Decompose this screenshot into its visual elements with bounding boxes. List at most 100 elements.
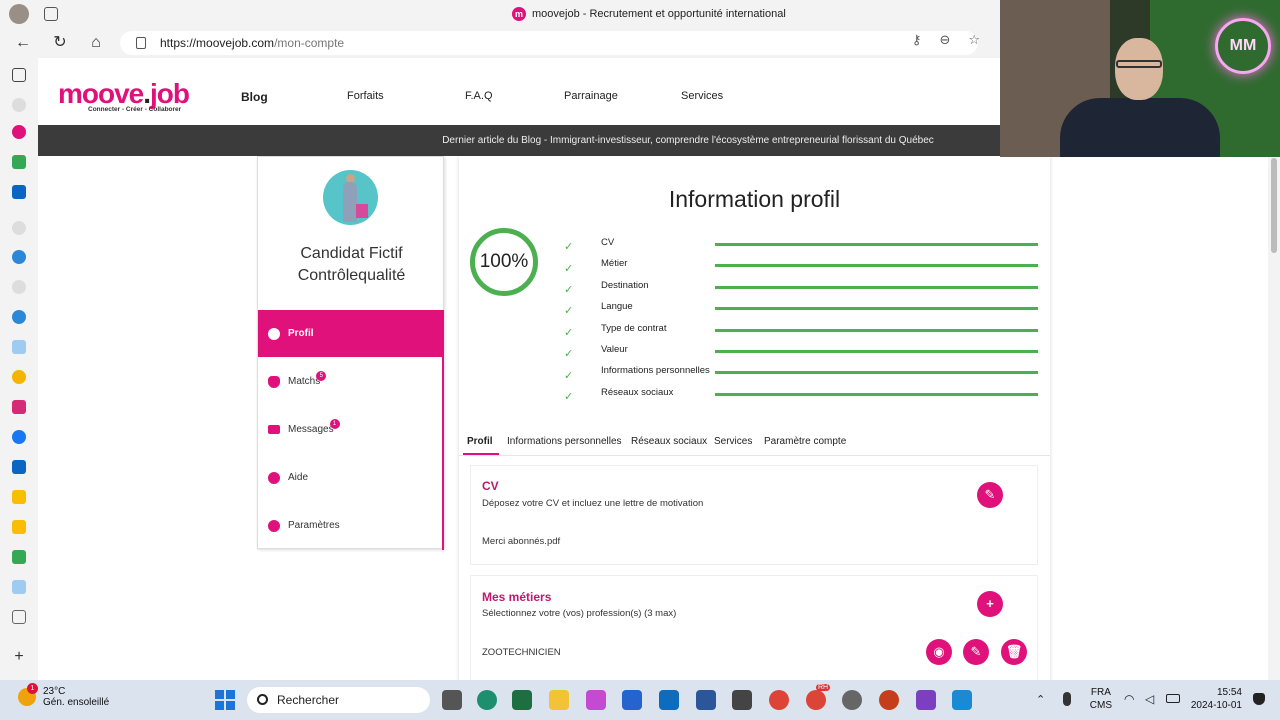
chrome-profile-icon[interactable]: RH <box>806 684 831 710</box>
url-path: /mon-compte <box>274 36 345 50</box>
key-icon[interactable]: ⚷ <box>912 32 922 48</box>
instagram-icon[interactable] <box>12 400 26 414</box>
add-metier-button[interactable]: + <box>977 591 1003 617</box>
system-clock[interactable]: 15:54 2024-10-01 <box>1191 686 1242 712</box>
excel-icon[interactable] <box>512 690 532 710</box>
profile-info-card: Information profil 100% ✓ CV ✓ Métier ✓ Des… <box>459 156 1050 680</box>
home-icon[interactable]: ⌂ <box>87 34 105 52</box>
drive-icon[interactable] <box>12 490 26 504</box>
vertical-tabs-icon[interactable] <box>12 68 26 82</box>
moovejob-logo[interactable]: moove.job Connecter - Créer - Collaborer <box>58 78 190 114</box>
weather-widget[interactable]: 1 23°C Gén. ensoleillé <box>18 683 110 708</box>
url-input[interactable]: https://moovejob.com/mon-compte <box>120 31 978 55</box>
tab-reseaux-sociaux[interactable]: Réseaux sociaux <box>631 436 707 447</box>
facebook-icon[interactable] <box>12 430 26 444</box>
sheets-icon[interactable] <box>12 550 26 564</box>
sidebar-app-icon[interactable] <box>12 310 26 324</box>
url-action-icons: ⚷ ⊖ ☆ <box>912 32 980 48</box>
metiers-section: Mes métiers Sélectionnez votre (vos) pro… <box>470 575 1038 680</box>
messages-count-badge: 1 <box>329 418 340 429</box>
bing-icon[interactable] <box>12 580 26 594</box>
outlook-icon[interactable] <box>659 690 679 710</box>
tab-actions-icon[interactable] <box>44 7 58 21</box>
nav-faq[interactable]: F.A.Q <box>465 90 493 102</box>
profile-sidebar-card: Candidat Fictif Contrôlequalité Profil M… <box>257 156 444 550</box>
nav-forfaits[interactable]: Forfaits <box>347 90 384 102</box>
microphone-icon[interactable] <box>1063 692 1071 706</box>
clipchamp-icon[interactable] <box>916 690 936 710</box>
sidebar-item-aide[interactable]: Aide <box>258 454 444 501</box>
volume-icon[interactable]: ◁ <box>1145 692 1154 706</box>
view-metier-button[interactable]: ◉ <box>926 639 952 665</box>
scrollbar-thumb[interactable] <box>1271 158 1277 253</box>
taskbar-search[interactable]: Rechercher <box>247 687 430 713</box>
chevron-up-icon[interactable]: ⌃ <box>1036 693 1045 706</box>
word-icon[interactable] <box>696 690 716 710</box>
calculator-icon[interactable] <box>732 690 752 710</box>
google-icon[interactable] <box>12 370 26 384</box>
tab-services[interactable]: Services <box>714 436 752 447</box>
notification-bell-icon[interactable] <box>1253 693 1265 705</box>
task-view-icon[interactable] <box>442 690 462 710</box>
copilot-icon[interactable] <box>586 690 606 710</box>
sheets-icon[interactable] <box>12 155 26 169</box>
site-favicon: m <box>512 7 526 21</box>
todo-icon[interactable] <box>622 690 642 710</box>
powerpoint-icon[interactable] <box>879 690 899 710</box>
delete-metier-button[interactable]: 🗑 <box>1001 639 1027 665</box>
moovejob-tab-icon[interactable] <box>12 125 26 139</box>
windows-start-icon[interactable] <box>215 690 235 710</box>
search-placeholder: Rechercher <box>277 693 340 707</box>
nav-parrainage[interactable]: Parrainage <box>564 90 618 102</box>
edit-cv-button[interactable]: ✎ <box>977 482 1003 508</box>
sidebar-app-icon[interactable] <box>12 280 26 294</box>
tab-informations-personnelles[interactable]: Informations personnelles <box>507 436 622 447</box>
settings-gear-icon[interactable] <box>842 690 862 710</box>
logo-tagline: Connecter - Créer - Collaborer <box>88 106 182 113</box>
cv-file-name[interactable]: Merci abonnés.pdf <box>482 536 560 547</box>
sidebar-item-profil[interactable]: Profil <box>258 310 444 357</box>
url-host: https://moovejob.com <box>160 36 275 50</box>
document-icon[interactable] <box>12 610 26 624</box>
edit-metier-button[interactable]: ✎ <box>963 639 989 665</box>
zoom-icon[interactable]: ⊖ <box>939 32 950 48</box>
logo-text-b: job <box>150 78 190 109</box>
linkedin-icon[interactable] <box>12 185 26 199</box>
check-icon: ✓ <box>564 348 574 361</box>
favorite-star-icon[interactable]: ☆ <box>968 32 980 48</box>
sidebar-item-parametres[interactable]: Paramètres <box>258 502 444 549</box>
chrome-icon[interactable] <box>769 690 789 710</box>
sidebar-item-messages[interactable]: Messages 1 <box>258 406 444 453</box>
tab-profil[interactable]: Profil <box>467 436 493 447</box>
sidebar-item-matchs[interactable]: Matchs 5 <box>258 358 444 405</box>
tab-parametre-compte[interactable]: Paramètre compte <box>764 436 846 447</box>
add-icon[interactable]: + <box>12 649 26 665</box>
wifi-icon[interactable]: ◠ <box>1124 692 1134 706</box>
lock-icon <box>136 37 146 49</box>
linkedin-icon[interactable] <box>12 460 26 474</box>
app-window-icon[interactable] <box>952 690 972 710</box>
nav-blog[interactable]: Blog <box>241 90 268 104</box>
weather-desc: Gén. ensoleillé <box>43 697 110 708</box>
search-icon <box>257 694 268 705</box>
back-arrow-icon[interactable]: ← <box>14 34 32 52</box>
drive-icon[interactable] <box>12 520 26 534</box>
nav-services[interactable]: Services <box>681 90 723 102</box>
sidebar-app-icon[interactable] <box>12 98 26 112</box>
checklist-label: Destination <box>601 279 649 291</box>
browser-profile-avatar[interactable] <box>9 4 29 24</box>
bing-icon[interactable] <box>12 340 26 354</box>
language-indicator[interactable]: FRA CMS <box>1090 686 1112 712</box>
checklist-row: ✓ Destination <box>564 279 1044 300</box>
file-explorer-icon[interactable] <box>549 690 569 710</box>
check-icon: ✓ <box>564 283 574 296</box>
edge-browser-icon[interactable] <box>477 690 497 710</box>
battery-icon[interactable] <box>1166 694 1180 703</box>
sidebar-app-icon[interactable] <box>12 250 26 264</box>
checklist-row: ✓ Valeur <box>564 343 1044 364</box>
checklist-row: ✓ Langue <box>564 300 1044 321</box>
checklist-label: Type de contrat <box>601 322 667 334</box>
sidebar-app-icon[interactable] <box>12 221 26 235</box>
bell-icon <box>268 375 280 388</box>
refresh-icon[interactable]: ↻ <box>51 34 69 52</box>
